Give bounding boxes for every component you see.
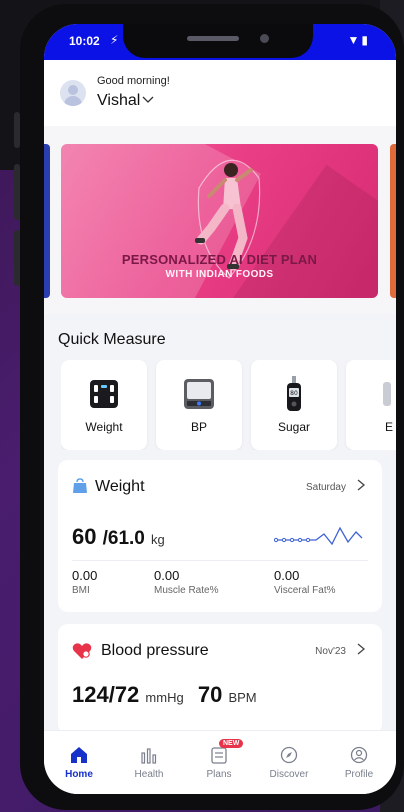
avatar[interactable] <box>60 80 86 106</box>
nav-plans[interactable]: NEW Plans <box>184 731 254 794</box>
banner-subtitle: WITH INDIAN FOODS <box>165 269 274 280</box>
quick-measure-label: E <box>384 420 393 434</box>
chevron-down-icon[interactable] <box>142 95 154 105</box>
muscle-rate-label: Muscle Rate% <box>154 585 219 596</box>
quick-measure-weight[interactable]: Weight <box>61 360 147 450</box>
nav-label: Discover <box>269 769 309 780</box>
glucometer-icon: 80 <box>287 376 301 411</box>
quick-measure-row: Weight BP 80 Sugar E <box>61 360 396 450</box>
visceral-fat-value: 0.00 <box>274 568 300 583</box>
diet-plan-banner[interactable]: PERSONALIZED AI DIET PLAN WITH INDIAN FO… <box>61 144 378 298</box>
bp-card-title: Blood pressure <box>101 642 209 659</box>
bp-monitor-icon <box>184 379 214 409</box>
new-badge: NEW <box>219 739 244 748</box>
phone-volume-down <box>14 230 20 286</box>
greeting-text: Good morning! <box>97 75 170 87</box>
athlete-figure-icon <box>195 159 261 279</box>
pulse-value: 70 <box>197 682 223 707</box>
home-icon <box>71 747 87 763</box>
heart-icon <box>72 643 92 659</box>
banner-prev-peek[interactable] <box>44 144 50 298</box>
status-time: 10:02 <box>69 34 100 48</box>
bmi-label: BMI <box>72 585 90 596</box>
chevron-right-icon[interactable] <box>356 643 366 655</box>
phone-side-button <box>14 112 20 148</box>
bp-reading: 124/72 mmHg 70 BPM <box>72 682 257 708</box>
weight-card-day: Saturday <box>305 482 346 493</box>
banner-title: PERSONALIZED AI DIET PLAN <box>121 252 318 267</box>
weight-value: 60 /61.0 kg <box>72 524 165 550</box>
username-selector[interactable]: Vishal <box>97 92 140 110</box>
plans-icon <box>211 747 227 764</box>
greeting-header: Good morning! Vishal <box>44 60 396 126</box>
phone-volume-up <box>14 164 20 220</box>
quick-measure-bp[interactable]: BP <box>156 360 242 450</box>
camera-icon <box>260 34 269 43</box>
muscle-rate-value: 0.00 <box>154 568 180 583</box>
health-icon <box>141 748 157 764</box>
profile-icon <box>350 746 368 764</box>
blood-pressure-card[interactable]: Blood pressure Nov'23 124/72 mmHg 70 BPM <box>58 624 382 734</box>
quick-measure-sugar[interactable]: 80 Sugar <box>251 360 337 450</box>
nav-discover[interactable]: Discover <box>254 731 324 794</box>
wifi-battery-icon: ▼▮ <box>347 33 370 47</box>
quick-measure-ecg[interactable]: E <box>346 360 396 450</box>
nav-home[interactable]: Home <box>44 731 114 794</box>
scale-icon <box>90 380 118 408</box>
chevron-right-icon[interactable] <box>356 479 366 491</box>
banner-next-peek[interactable] <box>390 144 396 298</box>
ecg-icon <box>383 382 391 406</box>
speaker-grille <box>187 36 239 41</box>
bottom-navigation: Home Health NEW Plans Discover Profile <box>44 730 396 794</box>
bp-card-date: Nov'23 <box>315 646 346 657</box>
nav-profile[interactable]: Profile <box>324 731 394 794</box>
nav-label: Plans <box>206 769 232 780</box>
compass-icon <box>280 746 298 764</box>
nav-label: Profile <box>344 769 374 780</box>
divider <box>72 560 368 561</box>
bp-systolic-diastolic: 124/72 <box>72 682 140 707</box>
camera-notch <box>123 24 313 58</box>
weight-trend-sparkline <box>274 526 363 546</box>
banner-carousel: PERSONALIZED AI DIET PLAN WITH INDIAN FO… <box>44 126 396 314</box>
visceral-fat-label: Visceral Fat% <box>274 585 336 596</box>
nav-label: Home <box>65 769 93 780</box>
bolt-icon: ⚡ <box>110 33 119 47</box>
weight-goal: /61.0 <box>102 528 145 549</box>
weight-current: 60 <box>72 524 97 549</box>
quick-measure-title: Quick Measure <box>58 331 166 348</box>
nav-health[interactable]: Health <box>114 731 184 794</box>
svg-text:80: 80 <box>290 390 298 397</box>
app-screen: 10:02 ⚡ ▼▮ Good morning! Vishal PERSONAL… <box>44 24 396 794</box>
weight-bag-icon <box>73 478 87 493</box>
weight-unit: kg <box>151 532 165 547</box>
weight-card[interactable]: Weight Saturday 60 /61.0 kg 0.00 BMI 0.0… <box>58 460 382 612</box>
bp-unit: mmHg <box>145 690 184 705</box>
weight-card-title: Weight <box>95 478 145 495</box>
quick-measure-label: Weight <box>85 420 123 434</box>
pulse-unit: BPM <box>228 690 257 705</box>
quick-measure-label: BP <box>190 420 207 434</box>
bmi-value: 0.00 <box>72 568 98 583</box>
quick-measure-label: Sugar <box>277 420 311 434</box>
nav-label: Health <box>134 769 164 780</box>
